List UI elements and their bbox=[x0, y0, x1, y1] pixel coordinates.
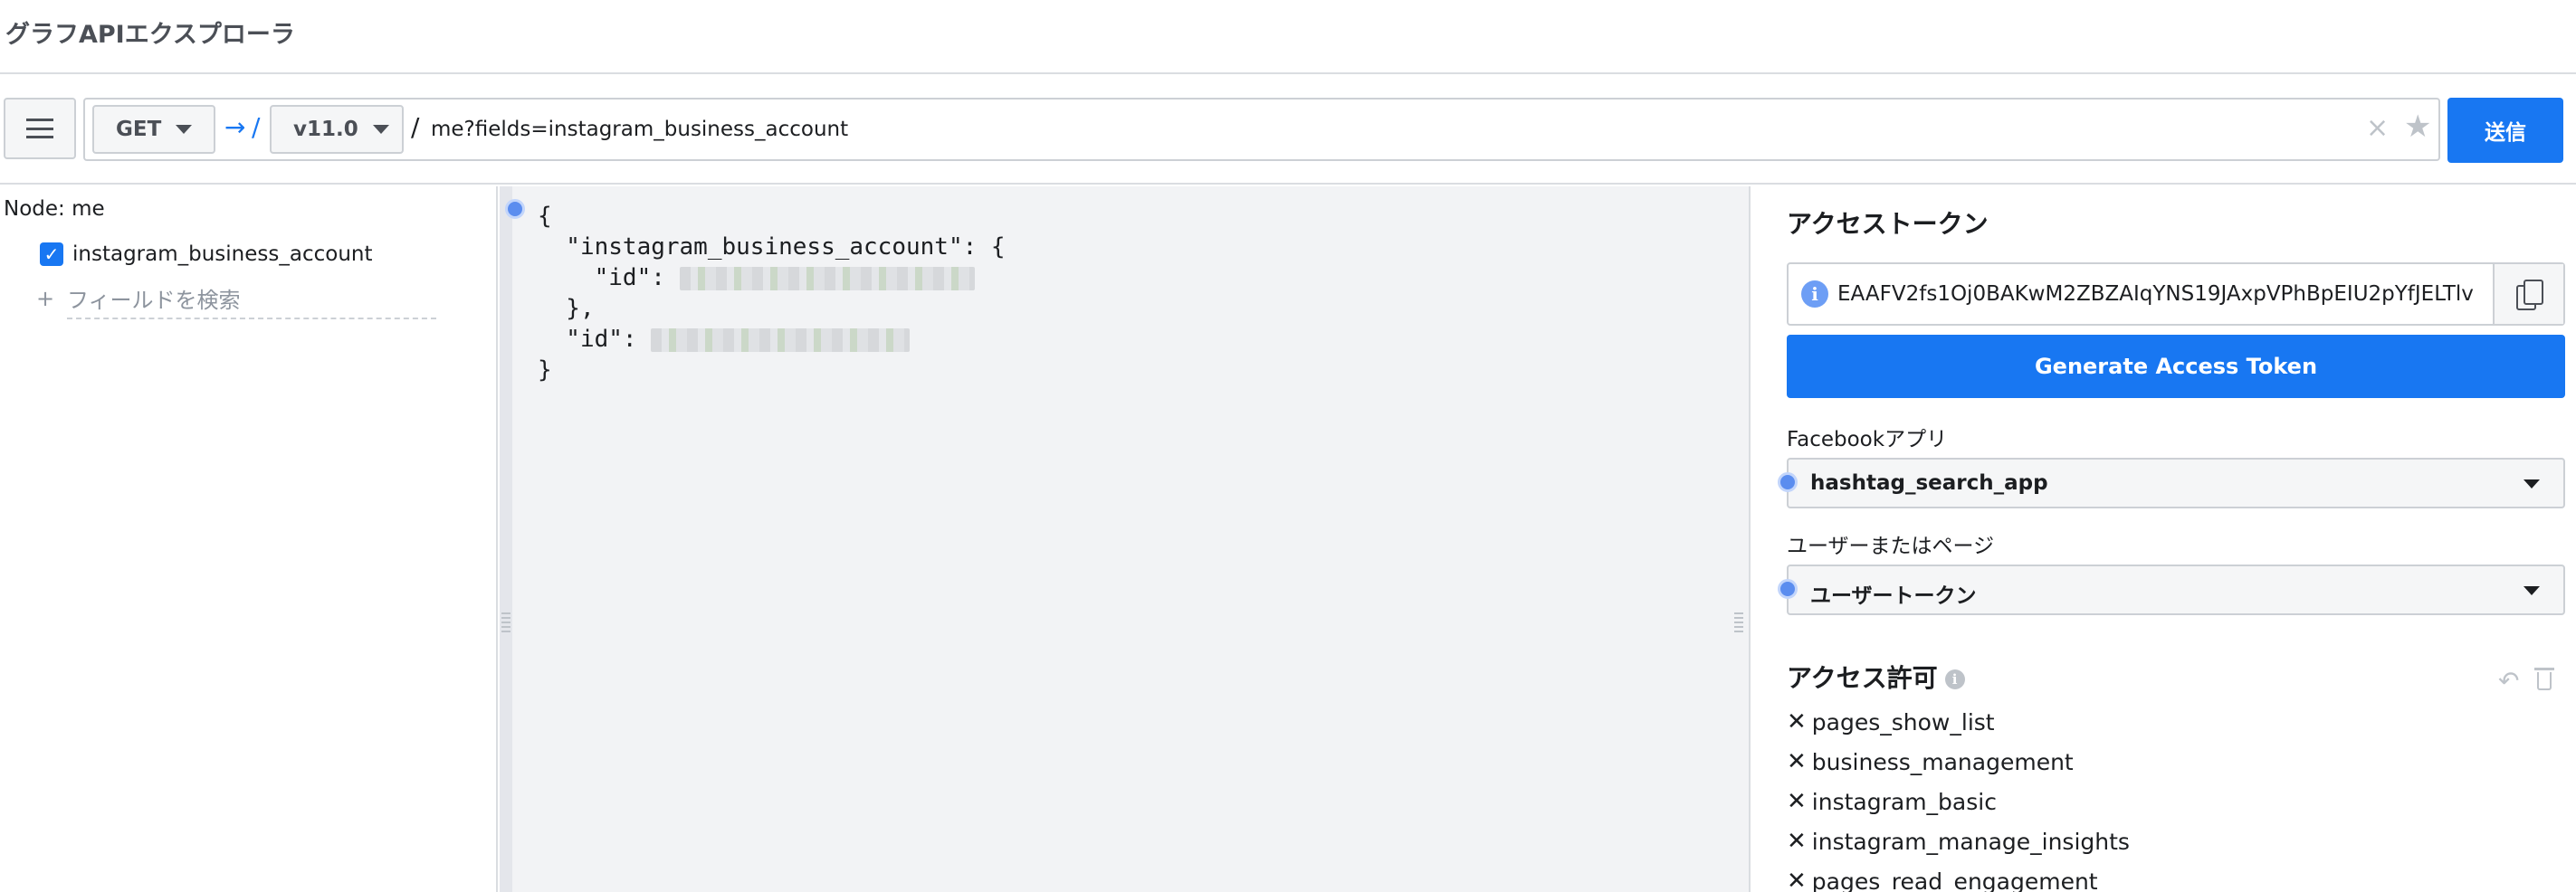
json-line: "instagram_business_account": { bbox=[538, 233, 1006, 261]
caret-down-icon bbox=[372, 125, 389, 134]
access-token-field[interactable]: i EAAFV2fs1Oj0BAKwM2ZBZAIqYNS19JAxpVPhBp… bbox=[1787, 262, 2565, 326]
node-label: Node: me bbox=[4, 197, 105, 221]
permission-label: business_management bbox=[1811, 748, 2074, 775]
request-bar: GET → / v11.0 / × ★ bbox=[83, 98, 2440, 161]
access-panel: アクセストークン i EAAFV2fs1Oj0BAKwM2ZBZAIqYNS19… bbox=[1749, 186, 2576, 892]
remove-permission-icon[interactable]: ✕ bbox=[1787, 748, 1807, 775]
path-separator: / bbox=[252, 112, 261, 142]
redacted-id bbox=[651, 327, 911, 352]
field-search-input[interactable]: フィールドを検索 bbox=[67, 282, 436, 319]
access-token-heading: アクセストークン bbox=[1787, 209, 1989, 239]
redacted-id bbox=[679, 266, 975, 290]
facebook-app-label: Facebookアプリ bbox=[1787, 428, 1948, 451]
facebook-app-select[interactable]: hashtag_search_app bbox=[1778, 458, 2565, 508]
permission-label: instagram_manage_insights bbox=[1811, 828, 2130, 855]
caret-down-icon bbox=[2524, 479, 2540, 489]
field-item-label: instagram_business_account bbox=[72, 242, 373, 266]
copy-token-button[interactable] bbox=[2493, 264, 2563, 324]
undo-icon[interactable]: ↶ bbox=[2498, 666, 2519, 696]
permissions-list: ✕ pages_show_list ✕ business_management … bbox=[1787, 702, 2130, 892]
api-version-dropdown[interactable]: v11.0 bbox=[270, 105, 404, 154]
menu-button[interactable] bbox=[4, 98, 76, 159]
permission-item: ✕ instagram_manage_insights bbox=[1787, 821, 2130, 861]
user-or-page-value: ユーザートークン bbox=[1810, 584, 1977, 608]
api-version-value: v11.0 bbox=[293, 118, 358, 141]
star-icon[interactable]: ★ bbox=[2404, 109, 2431, 145]
caret-down-icon bbox=[2524, 586, 2540, 595]
permission-label: instagram_basic bbox=[1811, 788, 1997, 815]
title-bar: グラフAPIエクスプローラ bbox=[0, 0, 2576, 74]
json-response: { "instagram_business_account": { "id": … bbox=[538, 201, 1006, 385]
access-token-value[interactable]: EAAFV2fs1Oj0BAKwM2ZBZAIqYNS19JAxpVPhBpEI… bbox=[1837, 282, 2498, 306]
resize-marker-icon[interactable] bbox=[505, 199, 525, 219]
json-line: "id": bbox=[538, 324, 1006, 355]
send-button[interactable]: 送信 bbox=[2447, 98, 2563, 163]
remove-permission-icon[interactable]: ✕ bbox=[1787, 708, 1807, 735]
remove-permission-icon[interactable]: ✕ bbox=[1787, 788, 1807, 815]
permission-label: pages_read_engagement bbox=[1811, 868, 2098, 892]
field-checkbox[interactable]: ✓ bbox=[40, 242, 63, 266]
permissions-heading: アクセス許可 i bbox=[1787, 659, 1965, 695]
page-title: グラフAPIエクスプローラ bbox=[5, 21, 295, 49]
path-separator: / bbox=[411, 112, 420, 142]
copy-icon bbox=[2516, 280, 2543, 310]
hamburger-icon bbox=[26, 119, 53, 138]
right-drag-handle[interactable] bbox=[1734, 610, 1743, 646]
permission-label: pages_show_list bbox=[1811, 708, 1995, 735]
info-icon[interactable]: i bbox=[1944, 669, 1965, 689]
json-line: "id": bbox=[538, 262, 1006, 293]
field-explorer-pane: Node: me ✓ instagram_business_account + … bbox=[0, 186, 498, 892]
clear-icon[interactable]: × bbox=[2366, 112, 2389, 144]
user-or-page-select[interactable]: ユーザートークン bbox=[1778, 565, 2565, 615]
http-method-dropdown[interactable]: GET bbox=[92, 105, 215, 154]
remove-permission-icon[interactable]: ✕ bbox=[1787, 828, 1807, 855]
permission-item: ✕ pages_read_engagement bbox=[1787, 861, 2130, 892]
plus-icon[interactable]: + bbox=[36, 286, 54, 311]
field-item[interactable]: ✓ instagram_business_account bbox=[40, 242, 373, 266]
response-pane: { "instagram_business_account": { "id": … bbox=[500, 186, 1749, 892]
graph-path-input[interactable] bbox=[431, 107, 2332, 152]
request-toolbar: GET → / v11.0 / × ★ 送信 bbox=[0, 76, 2576, 185]
generate-access-token-button[interactable]: Generate Access Token bbox=[1787, 335, 2565, 398]
json-line: } bbox=[538, 356, 552, 384]
http-method-value: GET bbox=[116, 118, 162, 141]
caret-down-icon bbox=[176, 125, 193, 134]
user-or-page-label: ユーザーまたはページ bbox=[1787, 535, 1995, 558]
permissions-title: アクセス許可 bbox=[1787, 663, 1938, 693]
remove-permission-icon[interactable]: ✕ bbox=[1787, 868, 1807, 892]
json-line: }, bbox=[538, 295, 595, 322]
arrow-right-icon: → bbox=[224, 112, 246, 142]
facebook-app-value: hashtag_search_app bbox=[1810, 471, 2048, 495]
permission-item: ✕ pages_show_list bbox=[1787, 702, 2130, 742]
permission-item: ✕ business_management bbox=[1787, 742, 2130, 782]
permission-item: ✕ instagram_basic bbox=[1787, 782, 2130, 821]
marker-icon bbox=[1778, 472, 1798, 492]
marker-icon bbox=[1778, 579, 1798, 599]
left-drag-handle[interactable] bbox=[501, 610, 510, 646]
json-line: { bbox=[538, 203, 552, 230]
trash-icon[interactable] bbox=[2534, 668, 2554, 691]
info-icon[interactable]: i bbox=[1801, 280, 1828, 308]
